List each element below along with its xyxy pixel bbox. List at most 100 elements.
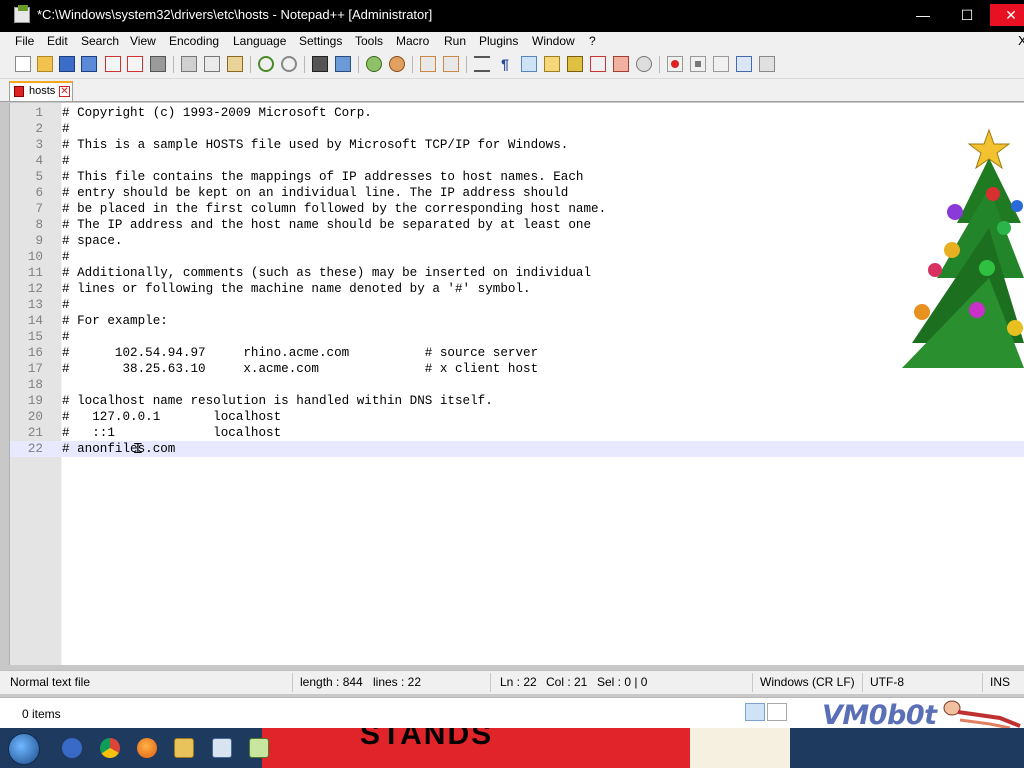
close-all-icon[interactable] [127,56,143,72]
menu-macro[interactable]: Macro [396,34,429,48]
editor-line[interactable]: 12 # lines or following the machine name … [10,281,1024,297]
indent-guide-icon[interactable] [521,56,537,72]
line-text[interactable]: # This is a sample HOSTS file used by Mi… [62,137,568,153]
run-macro-multiple-icon[interactable] [736,56,752,72]
replace-icon[interactable] [335,56,351,72]
editor-line[interactable]: 14 # For example: [10,313,1024,329]
record-macro-icon[interactable] [667,56,683,72]
sync-horizontal-icon[interactable] [443,56,459,72]
line-text[interactable]: # anonfiles.com [62,441,175,457]
menu-tools[interactable]: Tools [355,34,383,48]
tab-hosts[interactable]: hosts ✕ [9,81,73,101]
user-language-icon[interactable] [544,56,560,72]
undo-icon[interactable] [258,56,274,72]
status-eol[interactable]: Windows (CR LF) [760,675,855,689]
tiles-view-icon[interactable] [767,703,787,721]
save-icon[interactable] [59,56,75,72]
menu-window[interactable]: Window [532,34,575,48]
editor-line[interactable]: 10 # [10,249,1024,265]
word-wrap-icon[interactable] [474,56,490,72]
menu-file[interactable]: File [15,34,34,48]
editor-line[interactable]: 6 # entry should be kept on an individual… [10,185,1024,201]
folder-workspace-icon[interactable] [613,56,629,72]
line-text[interactable]: # 127.0.0.1 localhost [62,409,281,425]
editor-line[interactable]: 4 # [10,153,1024,169]
zoom-in-icon[interactable] [366,56,382,72]
line-text[interactable]: # This file contains the mappings of IP … [62,169,583,185]
line-text[interactable]: # [62,121,70,137]
line-text[interactable]: # localhost name resolution is handled w… [62,393,493,409]
firefox-icon[interactable] [137,738,157,758]
editor-line[interactable]: 20 # 127.0.0.1 localhost [10,409,1024,425]
notepadpp-icon[interactable] [249,738,269,758]
editor-line[interactable]: 21 # ::1 localhost [10,425,1024,441]
editor-line[interactable]: 1 # Copyright (c) 1993-2009 Microsoft Cor… [10,105,1024,121]
line-text[interactable]: # space. [62,233,122,249]
editor-line[interactable]: 9 # space. [10,233,1024,249]
line-text[interactable]: # entry should be kept on an individual … [62,185,568,201]
function-list-icon[interactable] [590,56,606,72]
editor-line[interactable]: 5 # This file contains the mappings of IP… [10,169,1024,185]
close-window-button[interactable]: ✕ [990,4,1024,26]
close-icon[interactable] [105,56,121,72]
line-text[interactable]: # The IP address and the host name shoul… [62,217,591,233]
line-text[interactable]: # [62,249,70,265]
text-lines[interactable]: 1 # Copyright (c) 1993-2009 Microsoft Cor… [10,105,1024,457]
minimize-button[interactable]: — [902,4,944,26]
line-text[interactable]: # 102.54.94.97 rhino.acme.com # source s… [62,345,538,361]
ie-icon[interactable] [62,738,82,758]
line-text[interactable]: # ::1 localhost [62,425,281,441]
menu-language[interactable]: Language [233,34,286,48]
copy-icon[interactable] [204,56,220,72]
open-file-icon[interactable] [37,56,53,72]
show-all-chars-icon[interactable]: ¶ [497,56,513,72]
menu-plugins[interactable]: Plugins [479,34,518,48]
editor-line[interactable]: 19 # localhost name resolution is handled… [10,393,1024,409]
find-icon[interactable] [312,56,328,72]
maximize-button[interactable]: ☐ [946,4,988,26]
save-all-icon[interactable] [81,56,97,72]
details-view-icon[interactable] [745,703,765,721]
save-macro-icon[interactable] [759,56,775,72]
editor-line[interactable]: 7 # be placed in the first column followe… [10,201,1024,217]
menu-search[interactable]: Search [81,34,119,48]
cut-icon[interactable] [181,56,197,72]
play-macro-icon[interactable] [713,56,729,72]
new-file-icon[interactable] [15,56,31,72]
start-orb-icon[interactable] [8,733,40,765]
close-document-x[interactable]: X [1018,33,1024,48]
editor-line[interactable]: 15 # [10,329,1024,345]
line-text[interactable]: # For example: [62,313,168,329]
editor-line[interactable]: 3 # This is a sample HOSTS file used by M… [10,137,1024,153]
status-insert-mode[interactable]: INS [990,675,1010,689]
monitor-icon[interactable] [636,56,652,72]
app-icon[interactable] [212,738,232,758]
editor-line[interactable]: 2 # [10,121,1024,137]
menu-edit[interactable]: Edit [47,34,68,48]
editor-line[interactable]: 22 # anonfiles.com [10,441,1024,457]
status-encoding[interactable]: UTF-8 [870,675,904,689]
line-text[interactable]: # be placed in the first column followed… [62,201,606,217]
editor-line[interactable]: 16 # 102.54.94.97 rhino.acme.com # source… [10,345,1024,361]
chrome-icon[interactable] [100,738,120,758]
editor-line[interactable]: 13 # [10,297,1024,313]
explorer-icon[interactable] [174,738,194,758]
line-text[interactable]: # Copyright (c) 1993-2009 Microsoft Corp… [62,105,372,121]
editor-area[interactable]: 1 # Copyright (c) 1993-2009 Microsoft Cor… [9,103,1024,665]
line-text[interactable]: # [62,329,70,345]
tab-close-icon[interactable]: ✕ [59,86,70,97]
line-text[interactable]: # lines or following the machine name de… [62,281,531,297]
print-icon[interactable] [150,56,166,72]
editor-line[interactable]: 8 # The IP address and the host name shou… [10,217,1024,233]
editor-line[interactable]: 17 # 38.25.63.10 x.acme.com # x client ho… [10,361,1024,377]
editor-line[interactable]: 18 [10,377,1024,393]
line-text[interactable]: # Additionally, comments (such as these)… [62,265,591,281]
line-text[interactable]: # [62,153,70,169]
doc-map-icon[interactable] [567,56,583,72]
line-text[interactable]: # 38.25.63.10 x.acme.com # x client host [62,361,538,377]
menu-encoding[interactable]: Encoding [169,34,219,48]
redo-icon[interactable] [281,56,297,72]
menu-view[interactable]: View [130,34,156,48]
menu-settings[interactable]: Settings [299,34,342,48]
paste-icon[interactable] [227,56,243,72]
